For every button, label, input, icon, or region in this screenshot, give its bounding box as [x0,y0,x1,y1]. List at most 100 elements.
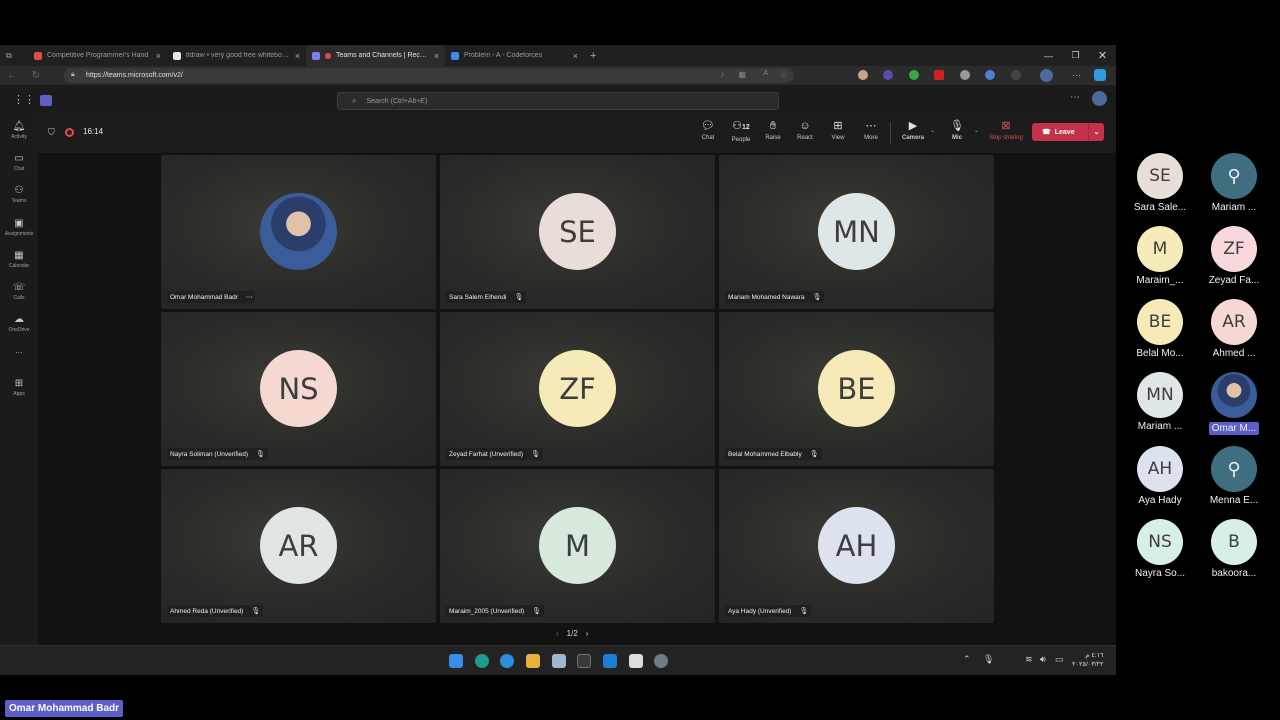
extension-icon[interactable] [1011,70,1021,80]
roster-item[interactable]: Omar M... [1194,372,1274,436]
url-field[interactable]: 🔒︎ https://teams.microsoft.com/v2/ ♪ ▦ A… [64,68,794,83]
profile-avatar[interactable] [1040,69,1053,82]
chat-button[interactable]: 💬︎ Chat [693,119,723,141]
close-icon[interactable]: × [434,51,439,61]
video-tile[interactable]: ZF Zeyad Farhat (Unverified) 🎙︎ [440,312,715,466]
video-tile[interactable]: M Maraim_2005 (Unverified) 🎙︎ [440,469,715,623]
favorite-icon[interactable]: ☆ [780,69,788,80]
tab-1[interactable]: tldraw • very good free whiteboard × [167,45,306,66]
roster-item[interactable]: ZF Zeyad Fa... [1194,226,1274,286]
refresh-icon[interactable]: ↻ [24,70,48,81]
rail-calls[interactable]: ☏ Calls [0,282,38,301]
avatar[interactable] [1092,91,1107,106]
extension-icon[interactable] [934,70,944,80]
roster-item[interactable]: ⚲ Menna E... [1194,446,1274,506]
leave-button[interactable]: ☎ Leave ⌄ [1032,123,1104,141]
terminal-icon[interactable] [577,654,591,668]
chevron-down-icon[interactable]: ⌄ [930,127,935,134]
settings-icon[interactable] [654,654,668,668]
extension-icon[interactable] [985,70,995,80]
mic-button[interactable]: 🎙︎ Mic [942,119,972,141]
edge-icon[interactable] [500,654,514,668]
apps-icon[interactable]: ▦ [738,70,746,79]
rail-calendar[interactable]: ▦ Calendar [0,250,38,269]
rail-onedrive[interactable]: ☁ OneDrive [0,314,38,333]
search-input[interactable]: ⌕ Search (Ctrl+Alt+E) [337,92,779,110]
stop-sharing-button[interactable]: ⊠ Stop sharing [986,119,1026,141]
video-tile[interactable]: AH Aya Hady (Unverified) 🎙︎ [719,469,994,623]
participant-name-tag: Maraim_2005 (Unverified) 🎙︎ [446,605,545,617]
minimize-button[interactable]: — [1035,45,1062,66]
rail-activity[interactable]: 🔔︎ Activity [0,121,38,140]
new-tab-button[interactable]: + [584,45,604,66]
app-launcher-icon[interactable]: ⋮⋮ [13,93,35,106]
roster-item[interactable]: NS Nayra So... [1120,519,1200,579]
close-icon[interactable]: × [156,51,161,61]
roster-item[interactable]: M Maraim_... [1120,226,1200,286]
avatar: M [539,507,616,584]
rail-more[interactable]: ... [0,345,38,355]
participant-name-tag: Aya Hady (Unverified) 🎙︎ [725,605,812,617]
roster-item[interactable]: AH Aya Hady [1120,446,1200,506]
video-tile[interactable]: SE Sara Salem Elhendi 🎙︎ [440,155,715,309]
roster-item[interactable]: BE Belal Mo... [1120,299,1200,359]
vscode-icon[interactable] [603,654,617,668]
roster-item[interactable]: Bbakoora... [1194,519,1274,579]
favicon-tldraw-icon [173,51,181,60]
roster-item[interactable]: MN Mariam ... [1120,372,1200,432]
tab-2[interactable]: Teams and Channels | Recording × [306,45,445,66]
rail-teams[interactable]: ⚇ Teams [0,185,38,204]
video-tile[interactable]: Omar Mohammad Badr ⋯ [161,155,436,309]
more-button[interactable]: ⋯ More [856,119,886,141]
chevron-up-icon[interactable]: ⌃ [963,654,971,665]
maximize-button[interactable]: ❐ [1062,45,1089,66]
video-tile[interactable]: BE Belal Mohammed Elbably 🎙︎ [719,312,994,466]
react-button[interactable]: ☺ React [790,119,820,141]
close-icon[interactable]: × [573,51,578,61]
camera-button[interactable]: ▶︎ Camera [898,119,928,141]
wifi-icon[interactable]: ≋ [1025,654,1033,665]
folder-icon[interactable] [526,654,540,668]
tab-3[interactable]: Problem - A - Codeforces × [445,45,584,66]
close-icon[interactable]: × [295,51,300,61]
clock[interactable]: ٤:١٦ م ٢٠٢٥/٠٣/٢٢ [1072,651,1104,669]
tab-actions-button[interactable]: ⧉ [0,45,28,66]
chevron-left-icon[interactable]: ‹ [556,629,559,638]
battery-icon[interactable]: ▭ [1055,654,1064,665]
windows-start-icon[interactable] [449,654,463,668]
back-icon[interactable]: ← [0,70,24,81]
more-icon[interactable]: ⋯ [1072,70,1082,80]
roster-item[interactable]: AR Ahmed ... [1194,299,1274,359]
notepad-icon[interactable] [629,654,643,668]
people-button[interactable]: ⚇12 People [726,119,756,143]
extension-icon[interactable] [909,70,919,80]
roster-item[interactable]: SE Sara Sale... [1120,153,1200,213]
video-tile[interactable]: MN Mariam Mohamed Nawara 🎙︎ [719,155,994,309]
chevron-down-icon[interactable]: ⌄ [974,127,979,134]
copilot-icon[interactable] [1094,69,1106,81]
edge-icon[interactable] [475,654,489,668]
shield-icon[interactable]: ⛉ [48,127,55,138]
roster-item[interactable]: ⚲ Mariam ... [1194,153,1274,213]
more-icon[interactable]: ⋯ [246,293,253,301]
tab-0[interactable]: Competitive Programmer's Hand × [28,45,167,66]
mail-icon[interactable] [552,654,566,668]
rail-apps[interactable]: ⊞ Apps [0,378,38,397]
settings-more-icon[interactable]: ⋯ [1070,92,1080,103]
raise-hand-button[interactable]: ✋︎ Raise [758,119,788,141]
mic-icon[interactable]: 🎙︎ [983,654,994,665]
volume-icon[interactable]: 🔊︎ [1040,654,1046,665]
rail-assignments[interactable]: ▣ Assignments [0,218,38,237]
video-tile[interactable]: NS Nayra Soliman (Unverified) 🎙︎ [161,312,436,466]
video-tile[interactable]: AR Ahmed Reda (Unverified) 🎙︎ [161,469,436,623]
rail-chat[interactable]: ▭ Chat [0,153,38,172]
close-window-button[interactable]: ✕ [1089,45,1116,66]
read-aloud-icon[interactable]: A [763,70,768,77]
extension-icon[interactable] [960,70,970,80]
view-button[interactable]: ⊞ View [823,119,853,141]
extension-icon[interactable] [858,70,868,80]
chevron-down-icon[interactable]: ⌄ [1088,123,1104,141]
extension-icon[interactable] [883,70,893,80]
mic-icon[interactable]: ♪ [720,70,724,79]
chevron-right-icon[interactable]: › [586,629,589,638]
